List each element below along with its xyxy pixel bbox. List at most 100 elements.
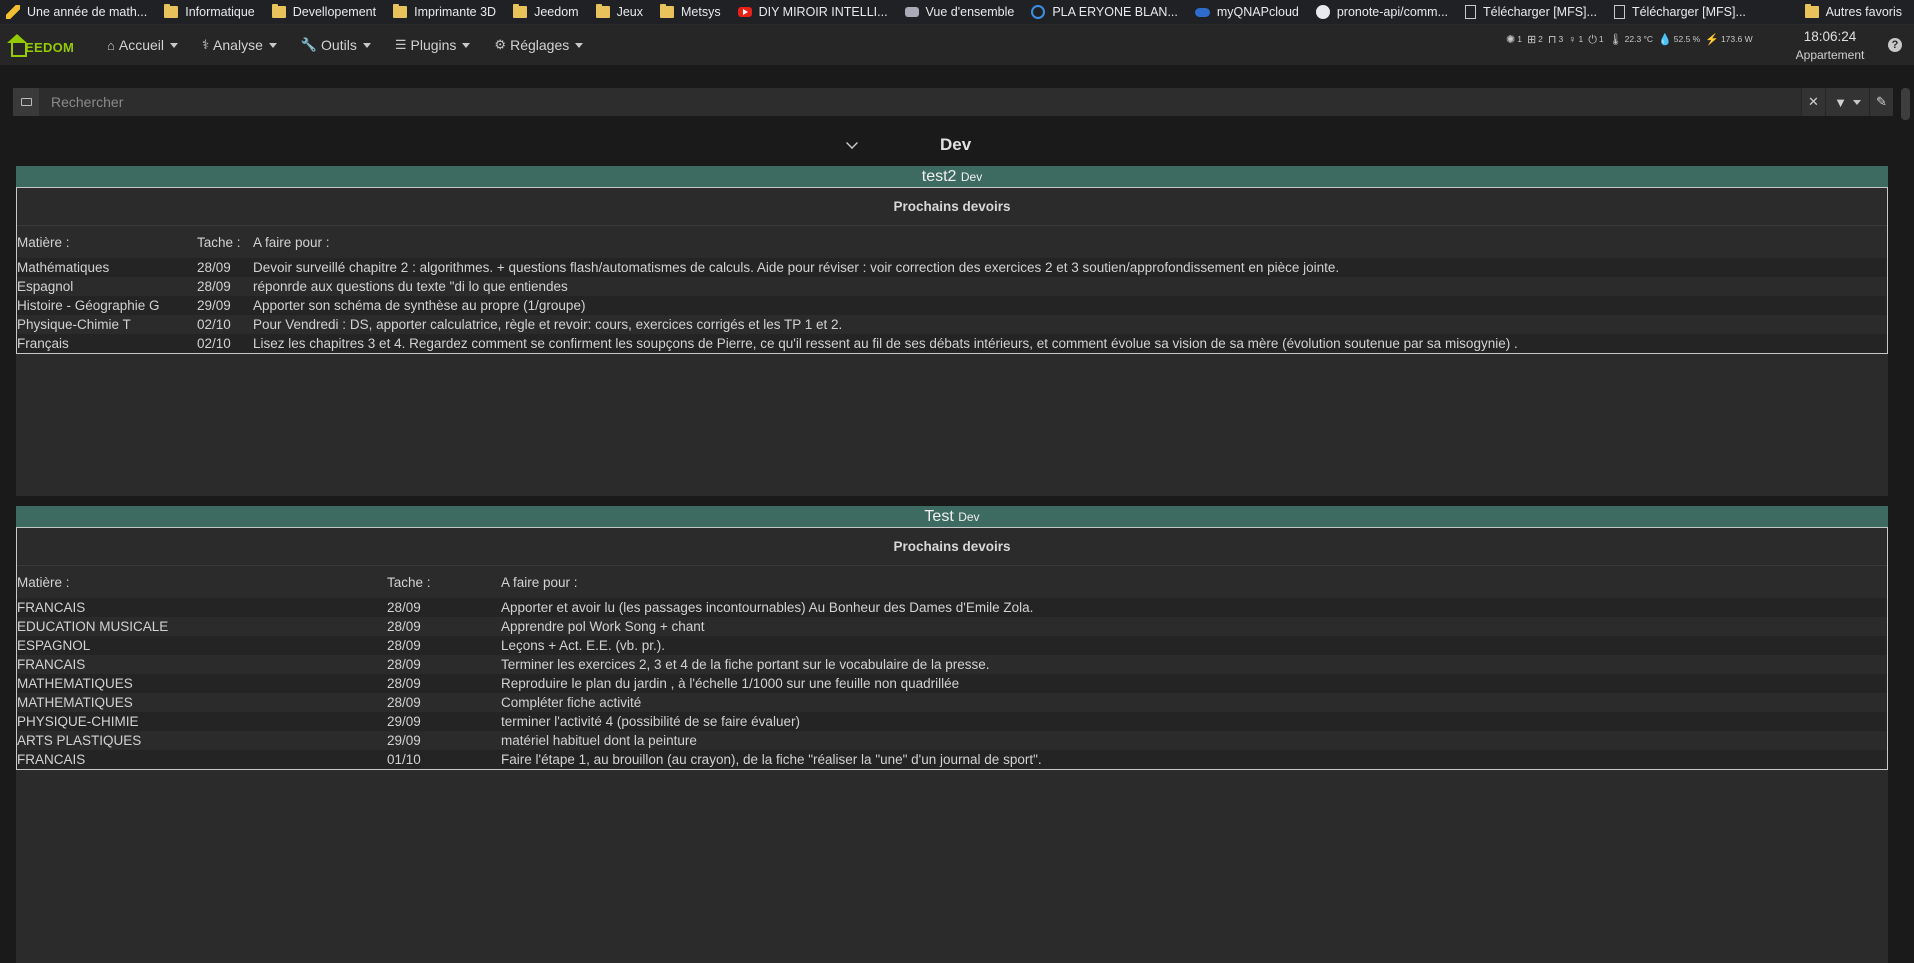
row-task: Apporter son schéma de synthèse au propr…	[253, 296, 1887, 315]
summary-doors[interactable]: ⊓ 3	[1548, 34, 1563, 46]
folder-icon	[164, 4, 179, 18]
document-icon	[1613, 5, 1625, 19]
light-icon: ✺	[1506, 34, 1516, 46]
col-matiere: Matière :	[17, 574, 70, 590]
object-title[interactable]: Dev	[940, 135, 971, 155]
table-row: ARTS PLASTIQUES 29/09 matériel habituel do…	[17, 731, 1887, 750]
row-task: Reproduire le plan du jardin , à l'échel…	[501, 674, 1887, 693]
bookmark-informatique[interactable]: Informatique	[164, 4, 255, 19]
bookmark-autres-favoris[interactable]: Autres favoris	[1804, 4, 1902, 19]
table-row: Physique-Chimie T 02/10 Pour Vendredi : DS…	[17, 315, 1887, 334]
search-input[interactable]	[39, 88, 1801, 116]
document-icon	[1465, 5, 1477, 19]
row-matiere: EDUCATION MUSICALE	[17, 617, 387, 636]
summary-outlets[interactable]: ⏻ 1	[1588, 34, 1603, 46]
row-date: 28/09	[387, 636, 501, 655]
menu-outils[interactable]: 🔧 Outils	[289, 25, 383, 66]
page-scrollbar[interactable]	[1897, 88, 1914, 963]
list-icon: ☰	[394, 37, 407, 52]
row-matiere: Histoire - Géographie G	[17, 296, 197, 315]
row-matiere: FRANCAIS	[17, 598, 387, 617]
folder-icon	[1804, 4, 1819, 18]
table-row: Mathématiques 28/09 Devoir surveillé chapi…	[17, 258, 1887, 277]
bookmark-jeux[interactable]: Jeux	[595, 4, 643, 19]
keyboard-icon[interactable]	[13, 88, 39, 116]
table-row: Espagnol 28/09 réponrde aux questions du t…	[17, 277, 1887, 296]
collapse-chevron-icon[interactable]	[846, 137, 858, 149]
globe-icon	[1031, 5, 1046, 19]
bookmark-diy-miroir[interactable]: DIY MIROIR INTELLI...	[737, 5, 888, 19]
col-matiere: Matière :	[17, 234, 70, 250]
gear-icon: ⚙	[494, 37, 507, 52]
navbar: EEDOM ⌂ Accueil ⚕ Analyse 🔧 Outils ☰ Plugins…	[0, 25, 1914, 66]
row-task: Faire l'étape 1, au brouillon (au crayon…	[501, 750, 1887, 769]
summary-temperature[interactable]: 🌡 22.3 °C	[1609, 34, 1653, 46]
bookmark-pronote-api[interactable]: pronote-api/comm...	[1315, 5, 1448, 19]
edit-button[interactable]: ✎	[1869, 88, 1893, 116]
menu-reglages[interactable]: ⚙ Réglages	[482, 25, 595, 66]
column-headers: Matière : Tache : A faire pour :	[17, 566, 1887, 598]
row-task: terminer l'activité 4 (possibilité de se…	[501, 712, 1887, 731]
bookmark-metsys[interactable]: Metsys	[659, 4, 721, 19]
bookmark-vue-ensemble[interactable]: Vue d'ensemble	[904, 5, 1014, 19]
row-task: matériel habituel dont la peinture	[501, 731, 1887, 750]
row-date: 28/09	[387, 693, 501, 712]
table-row: ESPAGNOL 28/09 Leçons + Act. E.E. (vb. pr.…	[17, 636, 1887, 655]
menu-plugins[interactable]: ☰ Plugins	[383, 25, 483, 66]
bookmark-telecharger-1[interactable]: Télécharger [MFS]...	[1465, 5, 1597, 19]
row-date: 01/10	[387, 750, 501, 769]
bookmark-myqnapcloud[interactable]: myQNAPcloud	[1194, 5, 1299, 19]
row-task: Apporter et avoir lu (les passages incon…	[501, 598, 1887, 617]
widget-header[interactable]: Test Dev	[16, 506, 1888, 527]
row-task: Leçons + Act. E.E. (vb. pr.).	[501, 636, 1887, 655]
homework-table: FRANCAIS 28/09 Apporter et avoir lu (les p…	[17, 598, 1887, 769]
col-tache: Tache :	[197, 234, 241, 250]
summary-humidity[interactable]: 💧 52.5 %	[1658, 34, 1700, 46]
stethoscope-icon: ⚕	[202, 37, 210, 52]
summary-motion[interactable]: ♀ 1	[1568, 34, 1583, 46]
widget-header[interactable]: test2 Dev	[16, 166, 1888, 187]
table-row: FRANCAIS 28/09 Apporter et avoir lu (les p…	[17, 598, 1887, 617]
pen-icon	[6, 5, 20, 19]
folder-icon	[393, 4, 408, 18]
row-task: Pour Vendredi : DS, apporter calculatric…	[253, 315, 1887, 334]
folder-icon	[659, 4, 674, 18]
menu-accueil[interactable]: ⌂ Accueil	[95, 25, 190, 66]
bookmark-devellopement[interactable]: Devellopement	[271, 4, 376, 19]
caret-down-icon	[462, 42, 471, 48]
row-date: 28/09	[387, 617, 501, 636]
menu-analyse[interactable]: ⚕ Analyse	[190, 25, 289, 66]
widget-body: Prochains devoirs Matière : Tache : A fa…	[16, 187, 1888, 354]
bookmark-jeedom[interactable]: Jeedom	[513, 4, 579, 19]
search-bar: ✕ ▼ ✎	[13, 88, 1893, 116]
row-matiere: Mathématiques	[17, 258, 197, 277]
bookmark-maths[interactable]: Une année de math...	[6, 5, 147, 19]
bookmark-imprimante-3d[interactable]: Imprimante 3D	[393, 4, 496, 19]
house-icon	[7, 33, 27, 57]
car-icon	[904, 7, 919, 17]
widget-subtitle: Prochains devoirs	[17, 528, 1887, 566]
caret-down-icon	[1852, 99, 1861, 105]
clear-search-button[interactable]: ✕	[1801, 88, 1825, 116]
bookmark-pla-eryone[interactable]: PLA ERYONE BLAN...	[1031, 5, 1178, 19]
youtube-icon	[737, 7, 752, 17]
summary-power[interactable]: ⚡ 173.6 W	[1705, 34, 1752, 46]
widget-test: Test Dev Prochains devoirs Matière : Tac…	[16, 506, 1888, 963]
clock-place[interactable]: Appartement	[1790, 48, 1870, 62]
row-task: Lisez les chapitres 3 et 4. Regardez com…	[253, 334, 1887, 353]
row-task: Devoir surveillé chapitre 2 : algorithme…	[253, 258, 1887, 277]
door-icon: ⊓	[1547, 34, 1557, 46]
jeedom-logo[interactable]: EEDOM	[5, 25, 85, 66]
row-date: 29/09	[387, 712, 501, 731]
clock: 18:06:24 Appartement	[1790, 29, 1870, 62]
row-task: réponrde aux questions du texte "di lo q…	[253, 277, 1887, 296]
table-row: FRANCAIS 28/09 Terminer les exercices 2, 3…	[17, 655, 1887, 674]
filter-button[interactable]: ▼	[1825, 88, 1869, 116]
bulb-icon: ♀	[1568, 34, 1577, 46]
scrollbar-thumb[interactable]	[1901, 88, 1910, 120]
summary-lights[interactable]: ✺ 1	[1506, 34, 1522, 46]
col-afaire: A faire pour :	[253, 234, 330, 250]
summary-windows[interactable]: ⊞ 2	[1527, 34, 1543, 46]
bookmark-telecharger-2[interactable]: Télécharger [MFS]...	[1613, 5, 1746, 19]
help-icon[interactable]: ?	[1888, 38, 1902, 52]
